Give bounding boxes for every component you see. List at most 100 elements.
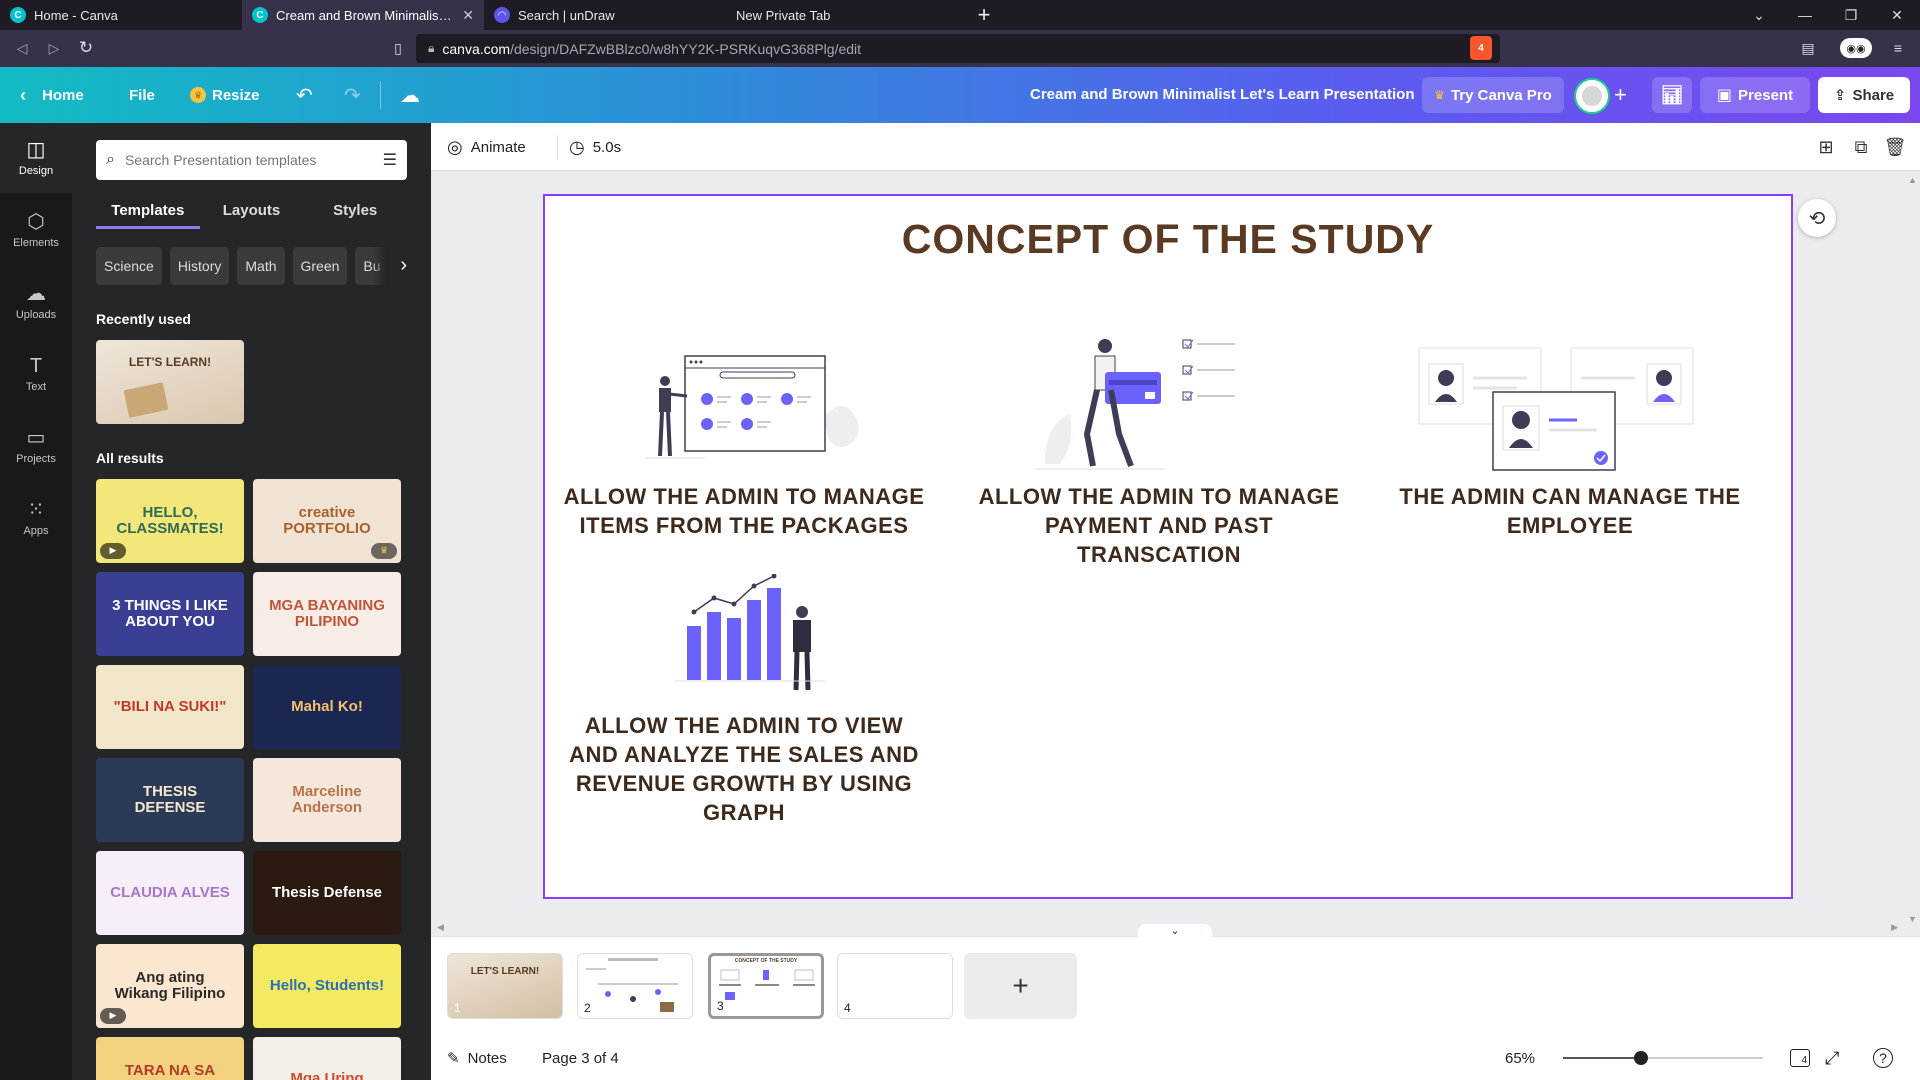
fullscreen-icon[interactable]: ⤢: [1825, 1036, 1839, 1080]
avatar-placeholder-icon: [1582, 86, 1602, 106]
chip-green[interactable]: Green: [292, 247, 348, 285]
rail-item-text[interactable]: T Text: [0, 339, 72, 409]
grid-view-icon[interactable]: 4: [1787, 1036, 1813, 1080]
close-tab-icon[interactable]: ✕: [462, 7, 474, 24]
rail-label: Apps: [23, 524, 49, 537]
notes-button[interactable]: ✎ Notes: [447, 1036, 507, 1080]
insights-icon[interactable]: 📊︎: [1652, 77, 1692, 113]
filter-icon[interactable]: ☰: [383, 150, 397, 170]
reload-button[interactable]: ↻: [72, 34, 100, 62]
template-thumbnail[interactable]: Marceline Anderson: [253, 758, 401, 842]
browser-tab-private[interactable]: New Private Tab: [726, 0, 968, 30]
page-thumb-4[interactable]: 4: [837, 953, 953, 1019]
chip-math[interactable]: Math: [237, 247, 285, 285]
forward-button[interactable]: ▷: [40, 34, 68, 62]
bookmark-icon[interactable]: ▯: [384, 34, 412, 62]
minimize-button[interactable]: —: [1782, 0, 1828, 30]
restore-button[interactable]: ❐: [1828, 0, 1874, 30]
present-button[interactable]: ▣ Present: [1700, 77, 1810, 113]
browser-tab-home[interactable]: C Home - Canva: [0, 0, 242, 30]
rail-item-design[interactable]: ◫ Design: [0, 123, 72, 193]
resize-button[interactable]: ♛ Resize: [190, 67, 260, 123]
template-thumbnail[interactable]: MGA BAYANING PILIPINO: [253, 572, 401, 656]
browser-tab-undraw[interactable]: ◠ Search | unDraw: [484, 0, 726, 30]
apps-icon: ⁙: [27, 498, 45, 521]
document-title[interactable]: Cream and Brown Minimalist Let's Learn P…: [1030, 67, 1415, 123]
rail-item-projects[interactable]: ▭ Projects: [0, 411, 72, 481]
scroll-up-icon[interactable]: ▲: [1908, 175, 1917, 185]
template-thumbnail[interactable]: Ang ating Wikang Filipino ▶: [96, 944, 244, 1028]
template-thumbnail[interactable]: Mahal Ko!: [253, 665, 401, 749]
rail-item-elements[interactable]: ⬡ Elements: [0, 195, 72, 265]
chip-science[interactable]: Science: [96, 247, 162, 285]
animate-button[interactable]: ◎ Animate: [447, 123, 526, 171]
growth-chart-illustration[interactable]: [675, 574, 845, 694]
help-icon[interactable]: ?: [1873, 1036, 1893, 1080]
new-tab-button[interactable]: +: [968, 0, 1000, 30]
slide-canvas[interactable]: CONCEPT OF THE STUDY ALLOW THE ADMIN TO …: [543, 194, 1793, 899]
tab-layouts[interactable]: Layouts: [200, 195, 304, 229]
scroll-left-icon[interactable]: ◀: [437, 922, 444, 933]
page-thumb-3[interactable]: CONCEPT OF THE STUDY 3: [708, 953, 824, 1019]
slide-title[interactable]: CONCEPT OF THE STUDY: [545, 216, 1791, 263]
zoom-slider-track[interactable]: [1563, 1057, 1763, 1059]
zoom-level[interactable]: 65%: [1505, 1036, 1535, 1080]
share-button[interactable]: ⇪ Share: [1818, 77, 1910, 113]
try-canva-pro-button[interactable]: ♛ Try Canva Pro: [1422, 77, 1564, 113]
chip-history[interactable]: History: [169, 247, 230, 285]
concept-item-employee[interactable]: THE ADMIN CAN MANAGE THE EMPLOYEE: [1380, 482, 1760, 540]
template-thumbnail[interactable]: Hello, Students!: [253, 944, 401, 1028]
template-search-input[interactable]: [124, 152, 373, 168]
brave-shield-icon[interactable]: 4: [1470, 36, 1492, 60]
delete-page-icon[interactable]: 🗑︎: [1883, 135, 1907, 159]
tab-list-chevron-icon[interactable]: ⌄: [1736, 0, 1782, 30]
template-thumbnail[interactable]: "BILI NA SUKI!": [96, 665, 244, 749]
page-thumb-2[interactable]: 2: [577, 953, 693, 1019]
vertical-scrollbar[interactable]: ▲ ▼: [1904, 171, 1920, 926]
template-thumbnail[interactable]: 3 THINGS I LIKE ABOUT YOU: [96, 572, 244, 656]
back-button[interactable]: ◁: [8, 34, 36, 62]
home-button[interactable]: ‹ Home: [20, 67, 84, 123]
dashboard-illustration[interactable]: [645, 346, 865, 466]
add-collaborator-button[interactable]: +: [1614, 67, 1627, 123]
add-page-button[interactable]: +: [964, 953, 1077, 1019]
scroll-down-icon[interactable]: ▼: [1908, 914, 1917, 924]
concept-item-sales-graph[interactable]: ALLOW THE ADMIN TO VIEW AND ANALYZE THE …: [559, 711, 929, 827]
cloud-saved-icon[interactable]: ☁: [400, 67, 420, 123]
close-window-button[interactable]: ✕: [1874, 0, 1920, 30]
duplicate-page-icon[interactable]: ⧉: [1849, 135, 1873, 159]
concept-item-packages[interactable]: ALLOW THE ADMIN TO MANAGE ITEMS FROM THE…: [559, 482, 929, 540]
template-thumbnail[interactable]: CLAUDIA ALVES: [96, 851, 244, 935]
employee-profiles-illustration[interactable]: [1417, 346, 1697, 476]
template-thumbnail[interactable]: Thesis Defense: [253, 851, 401, 935]
file-menu-button[interactable]: File: [129, 67, 155, 123]
chips-next-arrow-icon[interactable]: ›: [372, 247, 407, 285]
template-thumbnail[interactable]: TARA NA SA MAYNILA!: [96, 1037, 244, 1080]
pages-strip-toggle-icon[interactable]: ⌄: [1138, 924, 1212, 938]
template-thumbnail[interactable]: THESIS DEFENSE: [96, 758, 244, 842]
undo-button[interactable]: ↶: [296, 67, 313, 123]
tab-templates[interactable]: Templates: [96, 195, 200, 229]
template-thumbnail[interactable]: Mga Uring: [253, 1037, 401, 1080]
scroll-right-icon[interactable]: ▶: [1891, 922, 1898, 933]
recent-template-thumb[interactable]: LET'S LEARN!: [96, 340, 244, 424]
page-thumb-1[interactable]: LET'S LEARN! 1: [447, 953, 563, 1019]
browser-tab-design[interactable]: C Cream and Brown Minimalist Let's Learn…: [242, 0, 484, 30]
concept-item-payment[interactable]: ALLOW THE ADMIN TO MANAGE PAYMENT AND PA…: [969, 482, 1349, 569]
tab-styles[interactable]: Styles: [303, 195, 407, 229]
zoom-slider-handle[interactable]: [1634, 1051, 1648, 1065]
avatar[interactable]: [1574, 78, 1610, 114]
redo-button[interactable]: ↷: [344, 67, 361, 123]
duration-button[interactable]: ◷ 5.0s: [569, 123, 621, 171]
magic-refresh-icon[interactable]: ⟲: [1798, 199, 1836, 237]
sidebar-toggle-icon[interactable]: ▤: [1794, 34, 1822, 62]
rail-item-uploads[interactable]: ☁ Uploads: [0, 267, 72, 337]
url-input[interactable]: 🔒︎ canva.com/design/DAFZwBBlzc0/w8hYY2K-…: [416, 34, 1500, 63]
template-thumbnail[interactable]: HELLO, CLASSMATES! ▶: [96, 479, 244, 563]
menu-icon[interactable]: ≡: [1884, 34, 1912, 62]
rail-item-apps[interactable]: ⁙ Apps: [0, 483, 72, 553]
private-window-icon[interactable]: ◉◉: [1840, 38, 1872, 58]
payment-card-illustration[interactable]: [1035, 334, 1255, 474]
template-thumbnail[interactable]: creative PORTFOLIO ♛: [253, 479, 401, 563]
add-page-icon[interactable]: ⊞: [1814, 135, 1838, 159]
